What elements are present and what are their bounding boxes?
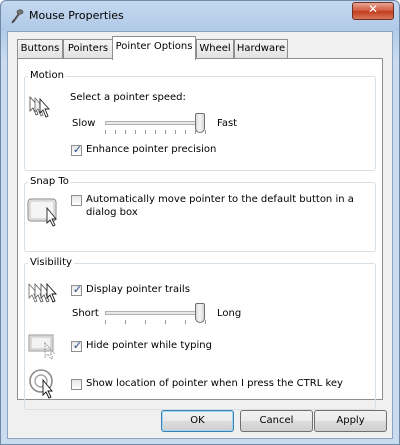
slider-tick [185,320,186,324]
slider-tick [185,130,186,134]
tab-pointer-options-label: Pointer Options [115,41,193,52]
pointer-motion-icon [29,95,51,118]
cancel-button[interactable]: Cancel [240,410,313,432]
window-title: Mouse Properties [29,9,124,22]
slider-tick [145,320,146,324]
pointer-location-icon [29,369,53,399]
snap-to-group-label: Snap To [28,176,71,187]
tab-pointers-label: Pointers [67,43,109,54]
pointer-trails-icon [28,282,58,303]
visibility-group: Visibility ✓ Display pointer trails Shor… [24,257,376,410]
slider-tick [105,130,106,134]
motion-group: Motion Select a pointer speed: Slow Fast… [24,70,376,171]
show-location-checkbox[interactable]: ✓ [71,379,82,390]
trail-length-track[interactable] [105,311,205,315]
mouse-properties-window: Mouse Properties ✕ Buttons Pointers Poin… [0,0,400,445]
slider-tick [105,320,106,324]
ok-button[interactable]: OK [161,410,234,432]
slider-tick [115,130,116,134]
check-icon: ✓ [72,283,83,296]
pointer-trails-label: Display pointer trails [86,284,190,295]
slider-tick [165,320,166,324]
close-icon: ✕ [367,2,379,16]
slider-tick [205,320,206,324]
close-button[interactable]: ✕ [352,2,394,20]
hide-pointer-icon [28,334,55,360]
enhance-precision-label: Enhance pointer precision [86,144,217,155]
slider-tick [155,130,156,134]
hide-pointer-label: Hide pointer while typing [86,340,212,351]
trail-short-label: Short [72,308,99,319]
tab-pointers[interactable]: Pointers [63,39,113,59]
motion-group-label: Motion [28,70,66,81]
pointer-speed-ticks [105,130,206,135]
trail-long-label: Long [217,308,242,319]
tab-buttons-label: Buttons [20,43,60,54]
hide-pointer-checkbox[interactable]: ✓ [71,339,83,352]
cancel-button-label: Cancel [259,415,294,426]
title-bar[interactable]: Mouse Properties ✕ [1,1,399,31]
pointer-speed-slider[interactable] [195,113,205,133]
tab-wheel[interactable]: Wheel [196,39,234,59]
snap-to-label-line1: Automatically move pointer to the defaul… [86,194,354,205]
speed-slow-label: Slow [72,118,96,129]
slider-tick [165,130,166,134]
tab-buttons[interactable]: Buttons [17,39,63,59]
tab-wheel-label: Wheel [199,43,231,54]
trail-length-slider[interactable] [195,303,205,323]
pointer-speed-track[interactable] [105,121,205,125]
apply-button-label: Apply [336,415,365,426]
mouse-properties-icon [11,9,24,24]
pointer-speed-label: Select a pointer speed: [70,92,186,103]
snap-to-label-line2: dialog box [86,207,138,218]
slider-tick [175,130,176,134]
speed-fast-label: Fast [217,118,238,129]
pointer-trails-checkbox[interactable]: ✓ [71,283,83,296]
slider-tick [145,130,146,134]
slider-tick [205,130,206,134]
tab-hardware-label: Hardware [236,43,286,54]
ok-button-label: OK [190,415,205,426]
slider-tick [135,130,136,134]
check-icon: ✓ [72,339,83,352]
slider-tick [125,320,126,324]
snap-to-checkbox[interactable]: ✓ [71,195,82,206]
snap-to-button-icon [27,198,57,227]
visibility-group-label: Visibility [28,257,74,268]
slider-tick [125,130,126,134]
apply-button[interactable]: Apply [314,410,387,432]
pointer-options-panel: Motion Select a pointer speed: Slow Fast… [17,58,383,410]
show-location-label: Show location of pointer when I press th… [86,378,343,389]
dialog-client-area: Buttons Pointers Pointer Options Wheel H… [7,31,393,439]
tab-pointer-options[interactable]: Pointer Options [112,36,196,60]
check-icon: ✓ [72,143,83,156]
enhance-precision-checkbox[interactable]: ✓ [71,143,83,156]
tab-hardware[interactable]: Hardware [234,39,288,59]
trail-length-ticks [105,320,206,325]
snap-to-group: Snap To ✓ Automatically move pointer to … [24,176,376,252]
